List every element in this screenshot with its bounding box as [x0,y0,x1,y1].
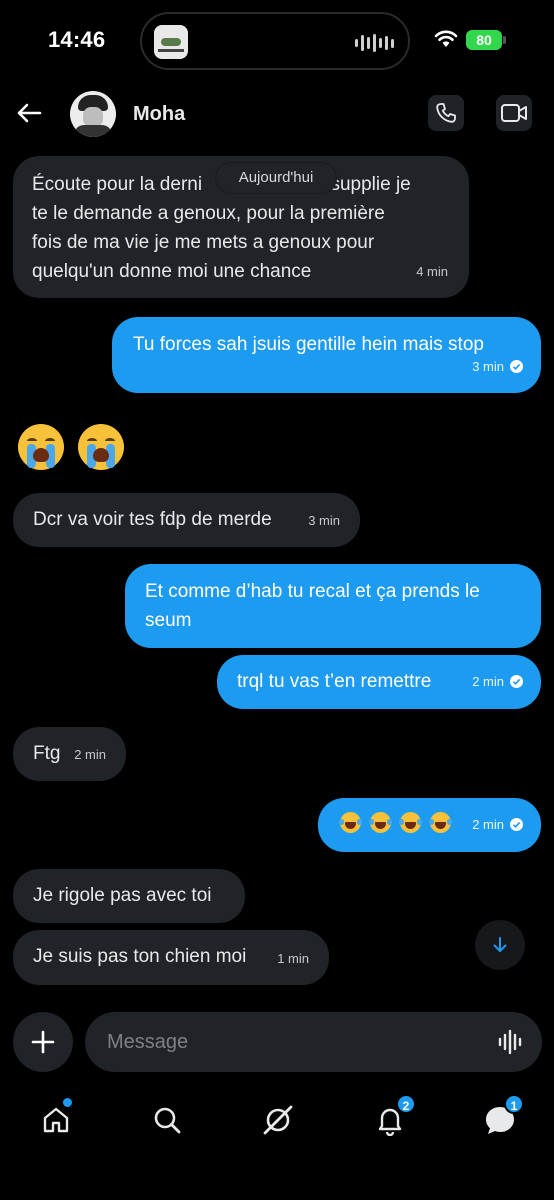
wifi-icon [434,30,458,47]
bottom-tab-bar: 2 1 [0,1086,554,1156]
audio-waveform-icon [355,34,394,52]
back-arrow-icon[interactable] [14,98,44,128]
message-outgoing[interactable]: trql tu vas t’en remettre 2 min [217,655,541,709]
contact-avatar[interactable] [70,91,116,137]
message-incoming[interactable]: Dcr va voir tes fdp de merde 3 min [13,493,360,547]
message-outgoing[interactable]: Tu forces sah jsuis gentille hein mais s… [112,317,541,393]
message-time: 3 min [472,359,504,374]
tab-messages[interactable]: 1 [480,1094,524,1140]
home-unread-dot [63,1098,72,1107]
message-text: Dcr va voir tes fdp de merde [33,509,272,530]
message-incoming[interactable]: Je rigole pas avec toi [13,869,245,923]
message-text-line: quelqu'un donne moi une chance [32,261,312,282]
video-camera-icon [501,104,527,122]
read-check-icon [510,818,523,831]
message-time: 3 min [308,513,340,528]
emoji-message [339,812,452,833]
contact-name[interactable]: Moha [133,103,185,126]
messages-badge: 1 [504,1094,524,1114]
tab-grok[interactable] [258,1100,298,1140]
date-separator: Aujourd'hui [216,163,336,193]
video-call-button[interactable] [496,95,532,131]
message-text-line: Écoute pour la derni [32,174,203,195]
message-text: Tu forces sah jsuis gentille hein mais s… [133,334,484,355]
now-playing-artwork [154,25,188,59]
message-composer [85,1012,542,1072]
notifications-badge: 2 [396,1094,416,1114]
attach-button[interactable] [13,1012,73,1072]
home-icon [43,1107,69,1133]
tears-of-joy-icon [369,812,392,833]
tab-notifications[interactable]: 2 [370,1094,416,1140]
status-time: 14:46 [48,27,106,52]
message-incoming[interactable]: Ftg 2 min [13,727,126,781]
message-text: Je rigole pas avec toi [33,885,212,906]
status-bar: 14:46 80 [0,0,554,80]
read-check-icon [510,675,523,688]
plus-icon [31,1030,55,1054]
search-icon [154,1107,181,1134]
message-incoming[interactable]: Je suis pas ton chien moi 1 min [13,930,329,985]
message-text: Ftg [33,743,61,764]
battery-nub [503,36,506,44]
read-check-icon [510,360,523,373]
tears-of-joy-icon [399,812,422,833]
dynamic-island[interactable] [140,12,410,70]
message-text-line: fois de ma vie je me mets a genoux pour [32,232,375,253]
voice-message-icon[interactable] [498,1029,524,1055]
tears-of-joy-icon [339,812,362,833]
message-time: 2 min [472,817,504,832]
message-text-line: Et comme d’hab tu recal et ça prends le [145,581,480,602]
tab-home[interactable] [36,1098,76,1140]
chat-header: Moha [0,84,554,146]
tears-of-joy-icon [429,812,452,833]
message-text: trql tu vas t’en remettre [237,671,432,692]
battery-level: 80 [466,30,502,50]
voice-call-button[interactable] [428,95,464,131]
tab-search[interactable] [147,1100,187,1140]
emoji-message[interactable] [18,424,124,470]
loudly-crying-face-icon [18,424,64,470]
phone-icon [436,103,456,123]
grok-icon [263,1105,293,1135]
message-text: Je suis pas ton chien moi [33,946,247,967]
message-text-line: seum [145,610,192,631]
scroll-to-bottom-button[interactable] [475,920,525,970]
message-outgoing[interactable]: Et comme d’hab tu recal et ça prends le … [125,564,541,648]
loudly-crying-face-icon [78,424,124,470]
message-text-line: te le demande a genoux, pour la première [32,203,385,224]
message-time: 1 min [277,951,309,966]
arrow-down-icon [493,937,507,952]
message-time: 2 min [472,674,504,689]
message-input[interactable] [107,1028,487,1056]
message-time: 2 min [74,747,106,762]
message-time: 4 min [416,264,448,279]
